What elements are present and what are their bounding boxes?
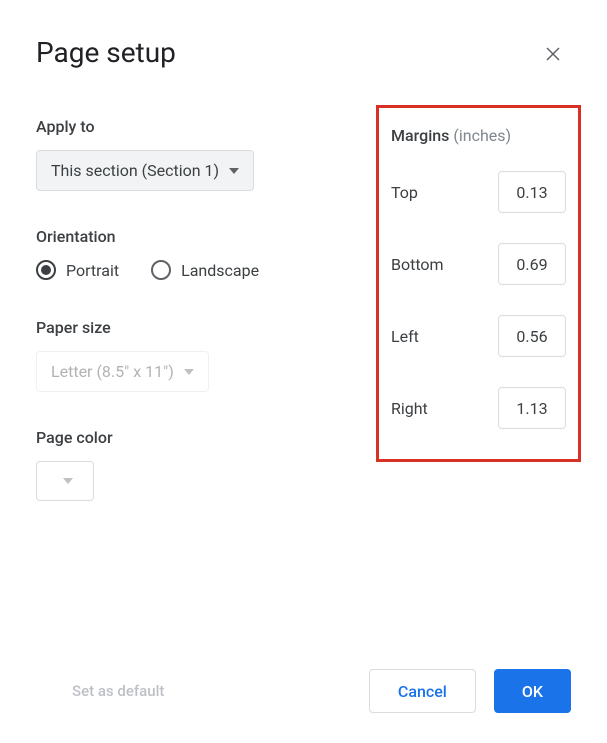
margins-highlight-box: Margins (inches) Top Bottom Left Right [376,105,581,462]
close-icon [544,45,562,63]
radio-icon [151,260,171,280]
close-button[interactable] [541,42,565,66]
orientation-landscape-radio[interactable]: Landscape [151,260,259,280]
margins-unit: (inches) [453,126,511,145]
portrait-label: Portrait [66,261,119,280]
apply-to-dropdown[interactable]: This section (Section 1) [36,150,254,191]
chevron-down-icon [184,369,194,375]
ok-button[interactable]: OK [494,669,571,713]
margin-left-label: Left [391,327,419,346]
orientation-portrait-radio[interactable]: Portrait [36,260,119,280]
margin-top-input[interactable] [498,171,566,213]
margin-top-label: Top [391,183,418,202]
orientation-label: Orientation [36,227,326,246]
chevron-down-icon [63,478,73,484]
page-color-label: Page color [36,428,326,447]
page-color-picker[interactable] [36,461,94,501]
landscape-label: Landscape [181,261,259,280]
radio-icon [36,260,56,280]
margins-label: Margins [391,126,449,145]
margin-bottom-input[interactable] [498,243,566,285]
apply-to-selected: This section (Section 1) [51,161,219,180]
chevron-down-icon [229,168,239,174]
paper-size-label: Paper size [36,318,326,337]
dialog-title: Page setup [36,36,571,69]
margin-right-label: Right [391,399,428,418]
paper-size-selected: Letter (8.5" x 11") [51,362,174,381]
cancel-button[interactable]: Cancel [369,669,476,713]
margin-right-input[interactable] [498,387,566,429]
margin-bottom-label: Bottom [391,255,444,274]
paper-size-dropdown: Letter (8.5" x 11") [36,351,209,392]
apply-to-label: Apply to [36,117,326,136]
set-default-button[interactable]: Set as default [72,682,164,700]
margin-left-input[interactable] [498,315,566,357]
